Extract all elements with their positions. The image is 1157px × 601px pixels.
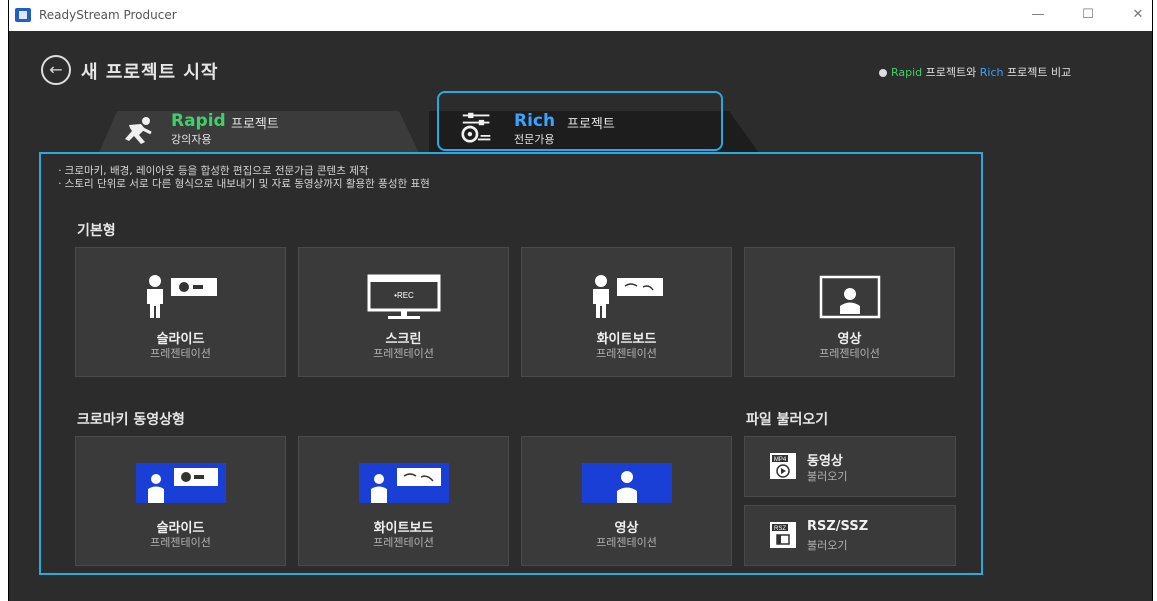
compare-link[interactable]: Rapid 프로젝트와 Rich 프로젝트 비교	[879, 64, 1071, 80]
import-video-button[interactable]: MP4 동영상 불러오기	[744, 436, 956, 497]
back-button[interactable]: ←	[41, 55, 71, 85]
card-sub: 프레젠테이션	[819, 347, 880, 360]
window-title: ReadyStream Producer	[39, 8, 177, 22]
selected-tab-highlight	[437, 91, 723, 151]
compare-rich-text: Rich	[979, 66, 1004, 79]
close-button[interactable]: ✕	[1125, 4, 1151, 26]
import-section-title: 파일 불러오기	[746, 412, 829, 428]
chroma-person-icon	[581, 463, 672, 503]
card-sub: 프레젠테이션	[150, 347, 211, 360]
card-sub: 프레젠테이션	[373, 347, 434, 360]
page-title: 새 프로젝트 시작	[81, 62, 219, 83]
card-chroma-video[interactable]: 영상 프레젠테이션	[521, 436, 732, 566]
card-chroma-slide[interactable]: 슬라이드 프레젠테이션	[75, 436, 286, 566]
rec-text: •REC	[394, 291, 414, 300]
maximize-button[interactable]: ☐	[1075, 4, 1101, 26]
compare-suffix-text: 프로젝트 비교	[1003, 66, 1072, 79]
presenter-whiteboard-icon	[592, 275, 663, 318]
app-logo-icon	[15, 8, 31, 22]
card-sub: 프레젠테이션	[596, 347, 657, 360]
tab-rapid-sub: 강의자용	[171, 133, 212, 146]
main-content: ← 새 프로젝트 시작 Rapid 프로젝트와 Rich 프로젝트 비교 Rap…	[9, 31, 1152, 601]
rich-options-panel: ㆍ크로마키, 배경, 레이아웃 등을 합성한 편집으로 전문가급 콘텐츠 제작 …	[39, 152, 983, 575]
rsz-badge-text: RSZ	[774, 526, 786, 532]
rsz-file-icon: RSZ	[770, 522, 796, 548]
info-icon	[879, 69, 887, 77]
card-sub: 프레젠테이션	[596, 536, 657, 549]
tab-rapid-suffix: 프로젝트	[231, 117, 279, 132]
compare-rapid-text: Rapid	[891, 66, 923, 79]
card-sub: 프레젠테이션	[150, 536, 211, 549]
presenter-slide-icon	[146, 275, 217, 318]
card-sub: 프레젠테이션	[373, 536, 434, 549]
card-basic-slide[interactable]: 슬라이드 프레젠테이션	[75, 247, 286, 377]
chroma-section-title: 크로마키 동영상형	[77, 412, 185, 428]
app-window: ReadyStream Producer — ☐ ✕ ← 새 프로젝트 시작 R…	[8, 0, 1153, 601]
card-chroma-whiteboard[interactable]: 화이트보드 프레젠테이션	[298, 436, 509, 566]
card-basic-screen[interactable]: •REC 스크린 프레젠테이션	[298, 247, 509, 377]
import-name: RSZ/SSZ	[807, 519, 869, 534]
chroma-whiteboard-icon	[358, 463, 449, 503]
chroma-slide-icon	[135, 463, 226, 503]
monitor-rec-icon: •REC	[367, 274, 440, 319]
tab-rapid-name: Rapid	[171, 111, 226, 131]
runner-icon	[125, 117, 152, 144]
person-frame-icon	[819, 275, 880, 319]
basic-section-title: 기본형	[77, 223, 116, 239]
import-name: 동영상	[807, 454, 843, 469]
mp4-file-icon: MP4	[770, 453, 796, 479]
import-sub: 불러오기	[807, 470, 848, 483]
arrow-left-icon: ←	[49, 60, 63, 79]
mp4-badge-text: MP4	[774, 457, 787, 463]
description-line: ㆍ스토리 단위로 서로 다른 형식으로 내보내기 및 자료 동영상까지 활용한 …	[55, 178, 430, 190]
minimize-button[interactable]: —	[1025, 4, 1051, 26]
card-basic-video[interactable]: 영상 프레젠테이션	[744, 247, 955, 377]
title-bar: ReadyStream Producer — ☐ ✕	[9, 0, 1152, 31]
compare-mid-text: 프로젝트와	[922, 66, 980, 79]
import-sub: 불러오기	[807, 539, 848, 552]
card-basic-whiteboard[interactable]: 화이트보드 프레젠테이션	[521, 247, 732, 377]
import-rsz-button[interactable]: RSZ RSZ/SSZ 불러오기	[744, 505, 956, 566]
